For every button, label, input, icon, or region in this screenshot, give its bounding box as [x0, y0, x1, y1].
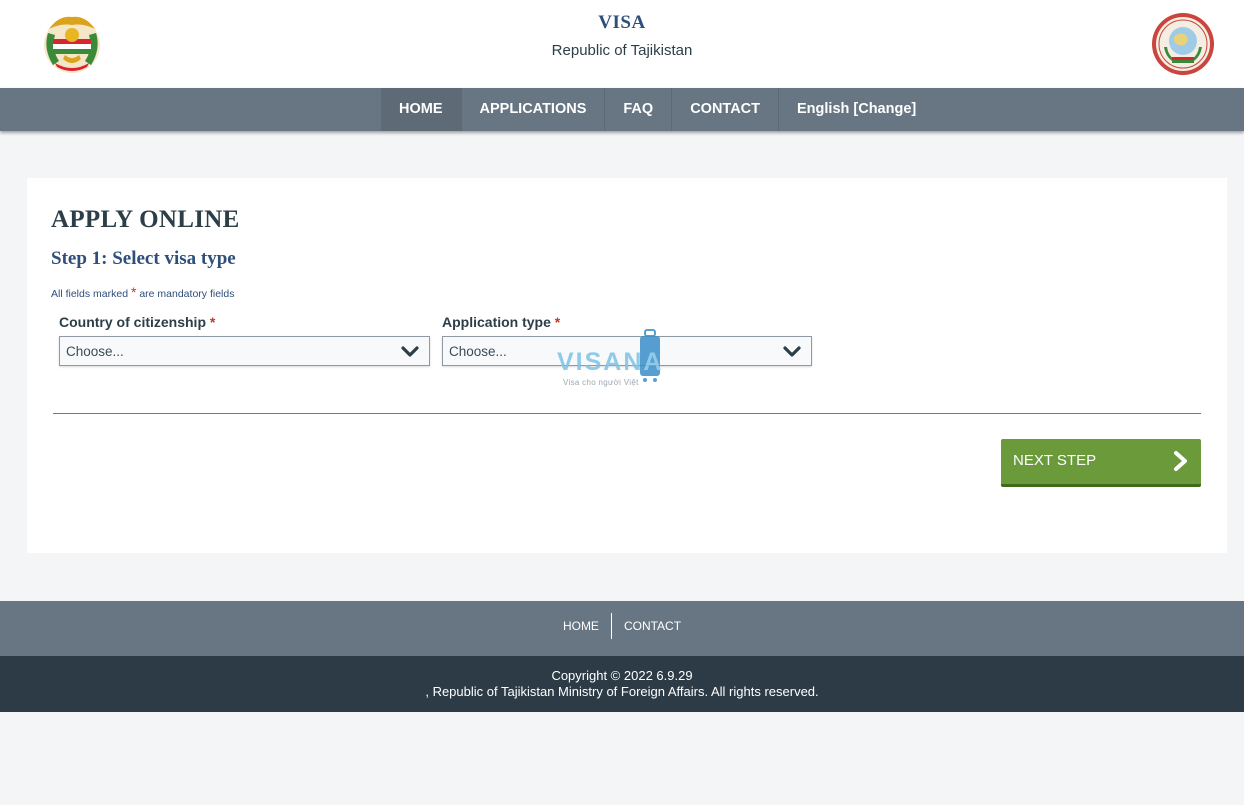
footer-links: HOME CONTACT	[0, 613, 1244, 639]
rights-text: , Republic of Tajikistan Ministry of For…	[425, 684, 819, 699]
site-title: VISA	[598, 12, 646, 33]
country-select-value: Choose...	[66, 344, 124, 359]
footer-link-contact[interactable]: CONTACT	[612, 613, 693, 639]
required-star: *	[130, 284, 137, 300]
main-navbar: HOME APPLICATIONS FAQ CONTACT English [C…	[0, 88, 1244, 131]
nav-applications[interactable]: APPLICATIONS	[462, 88, 606, 131]
next-step-label: NEXT STEP	[1013, 452, 1097, 469]
language-switcher[interactable]: English [Change]	[779, 88, 934, 131]
watermark-tagline: Visa cho người Việt	[563, 378, 639, 387]
mandatory-prefix: All fields marked	[51, 288, 129, 300]
country-label: Country of citizenship *	[59, 314, 215, 330]
watermark-text: VISANA	[557, 348, 664, 376]
chevron-down-icon	[401, 346, 419, 357]
footer-link-home[interactable]: HOME	[551, 613, 612, 639]
mandatory-suffix: are mandatory fields	[139, 288, 235, 300]
form-divider	[53, 413, 1201, 414]
footer-nav: HOME CONTACT	[0, 601, 1244, 656]
required-star: *	[209, 314, 216, 330]
nav-home[interactable]: HOME	[381, 88, 462, 131]
country-select[interactable]: Choose...	[59, 336, 430, 366]
nav-faq[interactable]: FAQ	[605, 88, 673, 131]
ministry-seal-icon[interactable]	[1150, 11, 1216, 77]
next-step-button[interactable]: NEXT STEP	[1001, 439, 1201, 487]
site-header: VISA Republic of Tajikistan	[0, 0, 1244, 88]
page-title: APPLY ONLINE	[51, 206, 240, 233]
nav-items: HOME APPLICATIONS FAQ CONTACT English [C…	[381, 88, 934, 131]
application-type-label-text: Application type	[442, 314, 551, 330]
chevron-right-icon	[1174, 451, 1187, 471]
application-type-select-value: Choose...	[449, 344, 507, 359]
nav-contact[interactable]: CONTACT	[672, 88, 779, 131]
site-subtitle: Republic of Tajikistan	[551, 42, 693, 59]
application-type-label: Application type *	[442, 314, 560, 330]
copyright-text: Copyright © 2022 6.9.29	[551, 668, 693, 683]
step-title: Step 1: Select visa type	[51, 248, 236, 269]
watermark-logo: VISANA Visa cho người Việt	[557, 328, 689, 392]
chevron-down-icon	[783, 346, 801, 357]
mandatory-note: All fields marked * are mandatory fields	[51, 284, 234, 300]
country-label-text: Country of citizenship	[59, 314, 206, 330]
footer-copyright: Copyright © 2022 6.9.29 , Republic of Ta…	[0, 656, 1244, 712]
apply-form-card: APPLY ONLINE Step 1: Select visa type Al…	[27, 178, 1227, 553]
